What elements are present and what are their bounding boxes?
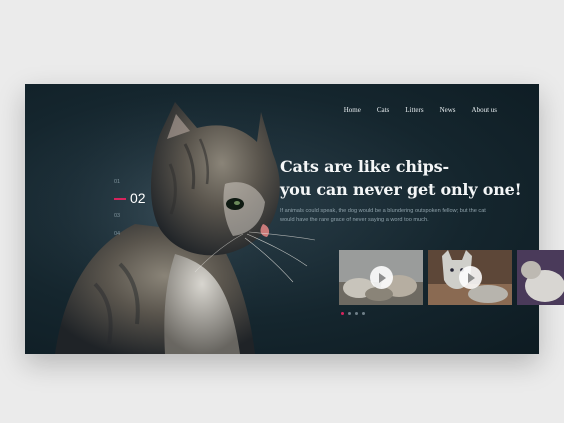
gallery-dots [341, 312, 365, 315]
nav-about-us[interactable]: About us [472, 106, 497, 114]
hero-tagline: If animals could speak, the dog would be… [280, 208, 486, 223]
headline-line-1: Cats are like chips- [280, 157, 449, 176]
pager-item-01[interactable]: 01 [114, 179, 120, 185]
video-thumbnail-2[interactable] [428, 250, 512, 305]
cat-photo [35, 84, 315, 354]
pager-item-02[interactable]: 02 [130, 190, 146, 206]
hero-section: Home Cats Litters News About us Cats are… [25, 84, 539, 354]
gallery-dot-4[interactable] [362, 312, 365, 315]
gallery-dot-2[interactable] [348, 312, 351, 315]
gallery-dot-3[interactable] [355, 312, 358, 315]
gallery-dot-1[interactable] [341, 312, 344, 315]
video-gallery [339, 250, 512, 305]
play-icon[interactable] [458, 266, 482, 289]
pager-active-line [114, 198, 126, 200]
play-icon[interactable] [369, 266, 393, 289]
headline-line-2: you can never get only one! [280, 180, 522, 199]
nav-cats[interactable]: Cats [377, 106, 389, 114]
hero-headline: Cats are like chips- you can never get o… [280, 155, 522, 201]
video-thumbnail-3[interactable] [517, 250, 564, 305]
main-nav: Home Cats Litters News About us [344, 106, 497, 114]
video-thumbnail-1[interactable] [339, 250, 423, 305]
cat-image [517, 250, 564, 305]
nav-home[interactable]: Home [344, 106, 361, 114]
pager-item-04[interactable]: 04 [114, 231, 120, 237]
nav-litters[interactable]: Litters [405, 106, 423, 114]
nav-news[interactable]: News [440, 106, 456, 114]
pager-item-03[interactable]: 03 [114, 213, 120, 219]
